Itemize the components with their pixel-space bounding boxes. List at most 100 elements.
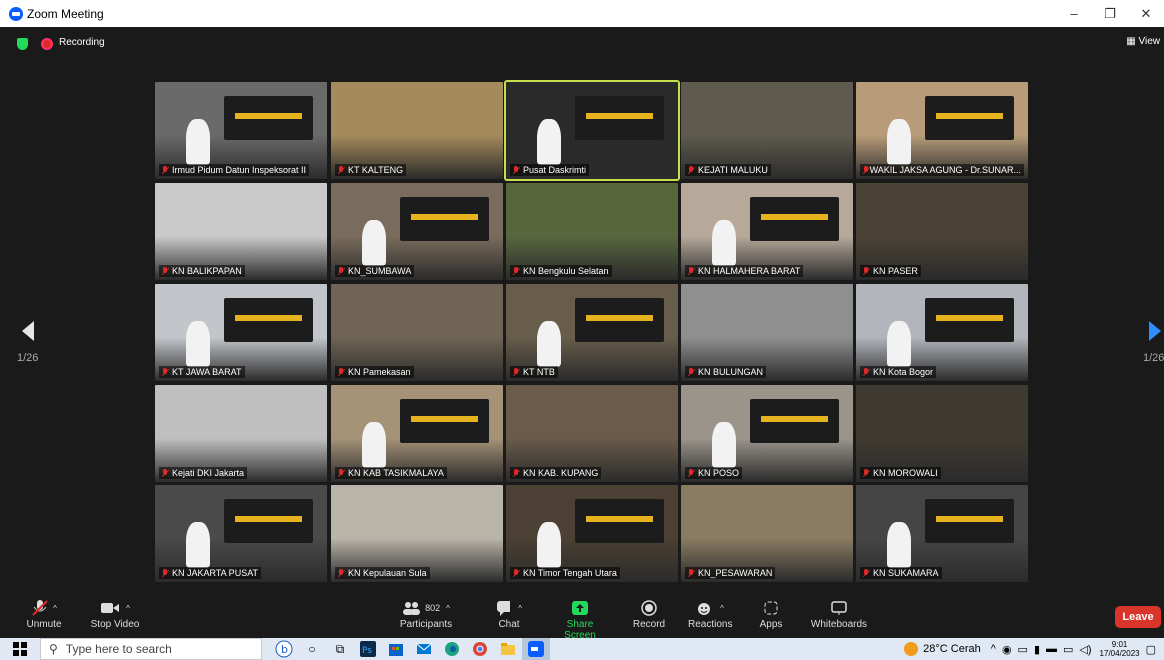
participant-tile[interactable]: KEJATI MALUKU [681,82,853,179]
apps-button[interactable]: Apps [758,597,784,630]
store-icon[interactable] [382,638,410,660]
muted-mic-icon [161,367,169,377]
bing-icon[interactable]: b [270,638,298,660]
participant-tile[interactable]: Kejati DKI Jakarta [155,385,327,482]
previous-page-arrow-icon[interactable] [20,319,36,343]
meeting-top-info: Recording ▦ View [0,27,1164,57]
participant-tile[interactable]: KN Pamekasan [331,284,503,381]
leave-button[interactable]: Leave [1115,606,1161,628]
next-page-arrow-icon[interactable] [1147,319,1163,343]
record-icon [641,600,657,616]
share-screen-button[interactable]: Share Screen [552,597,608,641]
presenter-figure [536,521,562,569]
muted-mic-icon [161,468,169,478]
participant-name-tag: Irmud Pidum Datun Inspeksorat II [159,164,310,176]
participant-name-tag: KN HALMAHERA BARAT [685,265,804,277]
chevron-up-icon[interactable]: ^ [446,604,450,613]
cortana-icon[interactable]: ○ [298,638,326,660]
participant-name-tag: Kejati DKI Jakarta [159,467,248,479]
participant-tile[interactable]: KN PASER [856,183,1028,280]
participant-tile[interactable]: KN JAKARTA PUSAT [155,485,327,582]
participant-tile[interactable]: KN SUKAMARA [856,485,1028,582]
muted-mic-icon [337,568,345,578]
participant-tile[interactable]: KN Kota Bogor [856,284,1028,381]
chevron-up-icon[interactable]: ^ [991,643,996,655]
participant-tile[interactable]: KT KALTENG [331,82,503,179]
participant-tile[interactable]: Pusat Daskrimti [504,80,680,181]
muted-mic-icon [687,367,695,377]
participant-tile[interactable]: KN Kepulauan Sula [331,485,503,582]
participant-tile[interactable]: KN BULUNGAN [681,284,853,381]
chrome-icon[interactable] [466,638,494,660]
event-banner [399,196,490,242]
participant-tile[interactable]: KT JAWA BARAT [155,284,327,381]
participant-tile[interactable]: KN_SUMBAWA [331,183,503,280]
security-shield-icon[interactable] [17,38,28,50]
edge-icon[interactable] [438,638,466,660]
participant-name-tag: KN JAKARTA PUSAT [159,567,262,579]
participant-name-tag: KN MOROWALI [860,467,941,479]
restore-button[interactable]: ❐ [1092,0,1128,27]
weather-sun-icon[interactable] [904,642,919,656]
participant-tile[interactable]: KN Bengkulu Selatan [506,183,678,280]
presenter-figure [711,421,737,469]
microphone-icon[interactable]: ▮ [1034,643,1040,656]
participant-name: KN Pamekasan [348,367,411,377]
stop-video-button[interactable]: ^ Stop Video [90,597,140,630]
task-view-icon[interactable]: ⧉ [326,638,354,660]
volume-icon[interactable]: ◁) [1079,643,1091,656]
photoshop-icon[interactable]: Ps [354,638,382,660]
record-button[interactable]: Record [632,597,666,630]
participant-name: KN BALIKPAPAN [172,266,242,276]
chevron-up-icon[interactable]: ^ [126,604,130,613]
reactions-button[interactable]: ^ Reactions [688,597,732,630]
clock[interactable]: 9:01 17/04/2023 [1100,640,1140,658]
close-button[interactable]: ✕ [1128,0,1164,27]
chevron-up-icon[interactable]: ^ [720,604,724,613]
meeting-toolbar: ^ Unmute ^ Stop Video 802 ^ Participants … [0,594,1164,641]
system-tray: 28°C Cerah ^ ◉ ▭ ▮ ▬ ▭ ◁) 9:01 17/04/202… [904,638,1164,660]
participant-tile[interactable]: KN HALMAHERA BARAT [681,183,853,280]
participant-tile[interactable]: KN Timor Tengah Utara [506,485,678,582]
participant-tile[interactable]: KN BALIKPAPAN [155,183,327,280]
presenter-figure [361,219,387,267]
participant-tile[interactable]: KN KAB TASIKMALAYA [331,385,503,482]
participant-tile[interactable]: KN POSO [681,385,853,482]
chat-button[interactable]: ^ Chat [496,597,522,630]
muted-mic-icon [337,367,345,377]
participant-tile[interactable]: WAKIL JAKSA AGUNG - Dr.SUNAR... [856,82,1028,179]
whiteboards-button[interactable]: Whiteboards [810,597,868,630]
window-controls: – ❐ ✕ [1056,0,1164,27]
participant-tile[interactable]: KT NTB [506,284,678,381]
participant-name-tag: KT NTB [510,366,558,378]
battery-icon[interactable]: ▬ [1046,643,1057,655]
weather-text[interactable]: 28°C Cerah [923,643,981,655]
chevron-up-icon[interactable]: ^ [53,604,57,613]
mail-icon[interactable] [410,638,438,660]
file-explorer-icon[interactable] [494,638,522,660]
view-button[interactable]: ▦ View [1126,36,1160,47]
zoom-app-icon[interactable] [522,638,550,660]
start-button[interactable] [0,638,40,660]
participant-name-tag: Pusat Daskrimti [510,164,590,176]
tray-device-icon[interactable]: ▭ [1018,643,1028,656]
unmute-button[interactable]: ^ Unmute [24,597,64,630]
chat-label: Chat [498,619,520,630]
chevron-up-icon[interactable]: ^ [518,604,522,613]
muted-mic-icon [687,266,695,276]
participants-button[interactable]: 802 ^ Participants [398,597,454,630]
participant-name-tag: KN BULUNGAN [685,366,767,378]
participant-tile[interactable]: Irmud Pidum Datun Inspeksorat II [155,82,327,179]
notifications-icon[interactable]: ▢ [1146,643,1156,656]
participant-tile[interactable]: KN_PESAWARAN [681,485,853,582]
whiteboard-icon [831,601,847,615]
participant-tile[interactable]: KN KAB. KUPANG [506,385,678,482]
tray-status-icon[interactable]: ◉ [1002,643,1012,656]
taskbar-search-box[interactable]: ⚲ Type here to search [40,638,262,660]
participant-name: KN Kota Bogor [873,367,934,377]
muted-mic-icon [862,266,870,276]
participant-tile[interactable]: KN MOROWALI [856,385,1028,482]
participant-name: KN PASER [873,266,918,276]
network-icon[interactable]: ▭ [1063,643,1073,656]
minimize-button[interactable]: – [1056,0,1092,27]
